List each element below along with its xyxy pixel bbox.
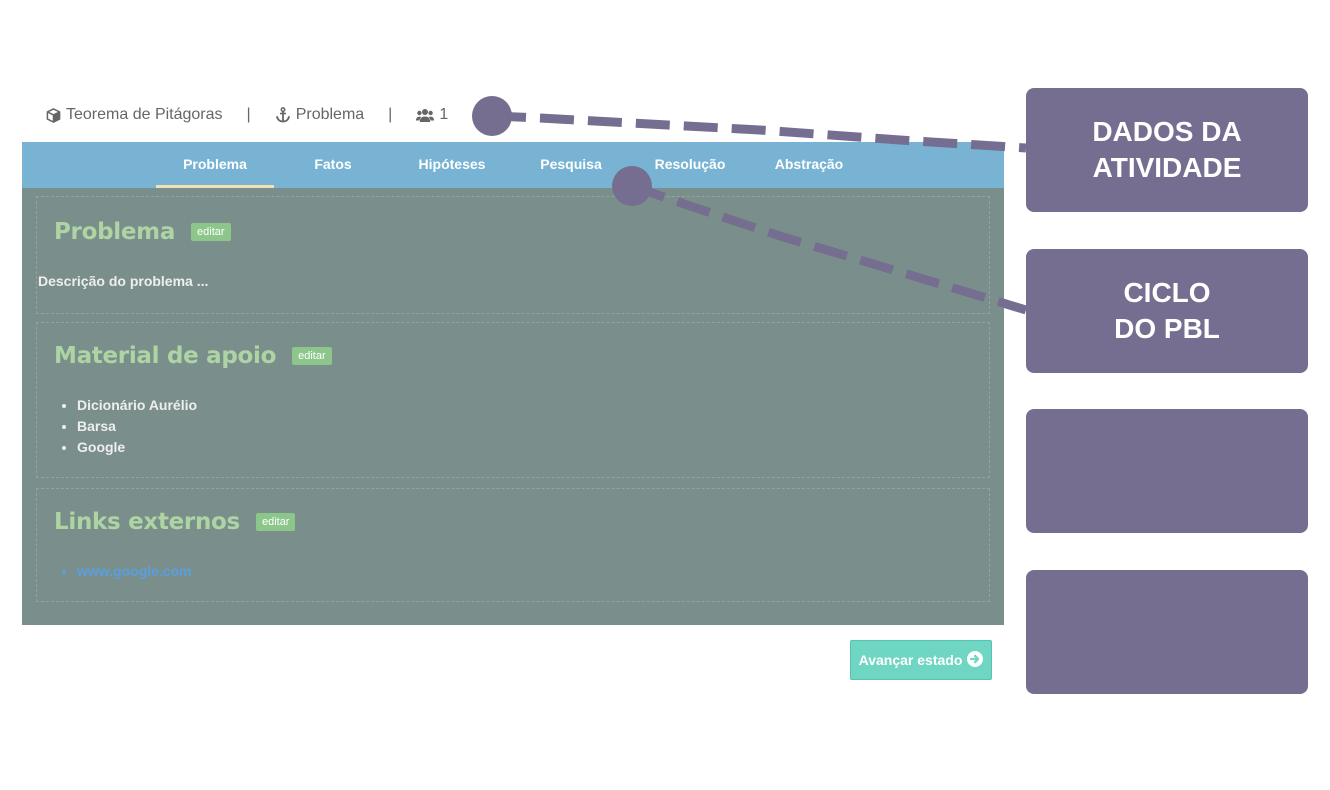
support-material-list: Dicionário Aurélio Barsa Google [77,395,197,458]
callout-empty [1026,570,1308,694]
callout-activity-data: DADOS DA ATIVIDADE [1026,88,1308,212]
external-links-list: www.google.com [77,561,192,582]
problem-section: Problema editar [36,196,990,314]
activity-phase: Problema [295,106,365,123]
users-icon [416,108,435,123]
problem-header: Problema editar [54,219,231,245]
edit-external-links-button[interactable]: editar [255,513,296,531]
external-links-section: Links externos editar www.google.com [36,488,990,602]
tab-abstracao[interactable]: Abstração [750,142,868,188]
tab-resolucao[interactable]: Resolução [631,142,749,188]
cube-icon [46,107,61,123]
pbl-cycle-tabs: Problema Fatos Hipóteses Pesquisa Resolu… [22,142,1004,188]
tab-fatos[interactable]: Fatos [274,142,392,188]
separator: | [246,106,251,123]
problem-description: Descrição do problema ... [38,273,209,289]
activity-title-item: Teorema de Pitágoras [46,106,223,124]
external-links-header: Links externos editar [54,509,296,535]
external-link[interactable]: www.google.com [77,563,192,579]
edit-support-material-button[interactable]: editar [292,347,332,365]
list-item: Dicionário Aurélio [77,395,197,416]
members-item: 1 [416,106,448,124]
support-material-title: Material de apoio [54,343,277,369]
support-material-section: Material de apoio editar Dicionário Auré… [36,322,990,478]
anchor-icon [275,107,291,123]
members-count: 1 [439,106,449,123]
tab-pesquisa[interactable]: Pesquisa [512,142,630,188]
list-item: www.google.com [77,561,192,582]
advance-state-label: Avançar estado [858,652,963,668]
list-item: Google [77,437,197,458]
activity-info-bar: Teorema de Pitágoras | Problema | 1 [46,103,448,127]
support-material-header: Material de apoio editar [54,343,332,369]
separator: | [388,106,393,123]
arrow-circle-right-icon [967,650,984,670]
edit-problem-button[interactable]: editar [191,223,231,241]
problem-title: Problema [54,219,176,245]
callout-pbl-cycle: CICLO DO PBL [1026,249,1308,373]
pointer-dot-activity [472,96,512,136]
tab-hipoteses[interactable]: Hipóteses [393,142,511,188]
list-item: Barsa [77,416,197,437]
content-panel: Problema editar Descrição do problema ..… [22,188,1004,625]
callout-empty [1026,409,1308,533]
external-links-title: Links externos [54,509,240,535]
advance-state-button[interactable]: Avançar estado [850,640,992,680]
tab-problema[interactable]: Problema [156,142,274,188]
activity-phase-item: Problema [275,106,364,124]
activity-title: Teorema de Pitágoras [66,106,223,123]
